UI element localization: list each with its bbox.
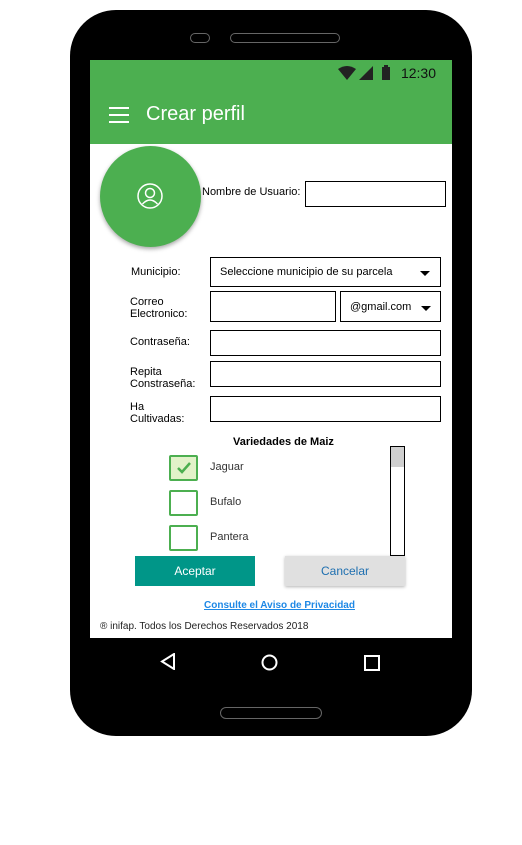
variety-label-jaguar: Jaguar: [210, 461, 244, 473]
speaker-grille: [230, 33, 340, 43]
scrollbar-thumb[interactable]: [391, 447, 404, 467]
checkbox-bufalo[interactable]: [169, 490, 198, 516]
accept-button[interactable]: Aceptar: [135, 556, 255, 586]
phone-bottom-bar: [220, 707, 322, 719]
repeat-password-label-line2: Constraseña:: [130, 378, 196, 390]
email-label-line1: Correo: [130, 296, 164, 308]
municipio-select[interactable]: Seleccione municipio de su parcela: [210, 257, 441, 287]
username-input[interactable]: [305, 181, 446, 207]
chevron-down-icon: [420, 271, 430, 276]
email-domain-select[interactable]: @gmail.com: [340, 291, 441, 322]
hectares-label-line1: Ha: [130, 401, 145, 413]
municipio-select-value: Seleccione municipio de su parcela: [220, 266, 393, 278]
chevron-down-icon: [421, 306, 431, 311]
password-input[interactable]: [210, 330, 441, 356]
repeat-password-label-line1: Repita: [130, 366, 162, 378]
home-icon[interactable]: [261, 654, 278, 671]
username-label: Nombre de Usuario:: [202, 186, 301, 198]
signal-icon: [359, 66, 373, 80]
variety-label-bufalo: Bufalo: [210, 496, 242, 508]
navigation-bar: [90, 638, 452, 686]
wifi-icon: [338, 66, 356, 80]
email-input[interactable]: [210, 291, 336, 322]
status-time: 12:30: [400, 65, 436, 81]
recents-icon[interactable]: [364, 655, 380, 671]
checkbox-pantera[interactable]: [169, 525, 198, 551]
screen: 12:30 Crear perfil Nombre de Usuario: Mu…: [90, 60, 452, 686]
checkbox-jaguar[interactable]: [169, 455, 198, 481]
status-bar: 12:30: [90, 60, 452, 86]
page-title: Crear perfil: [146, 103, 245, 125]
footer-copyright: ® inifap. Todos los Derechos Reservados …: [100, 621, 309, 632]
hectares-input[interactable]: [210, 396, 441, 422]
variety-label-pantera: Pantera: [210, 531, 249, 543]
cancel-button[interactable]: Cancelar: [285, 556, 405, 586]
front-camera: [190, 33, 210, 43]
repeat-password-input[interactable]: [210, 361, 441, 387]
back-icon[interactable]: [160, 653, 176, 670]
hectares-label-line2: Cultivadas:: [130, 413, 185, 425]
menu-icon[interactable]: [109, 107, 129, 123]
password-label: Contraseña:: [130, 336, 190, 348]
varieties-scrollbar[interactable]: [390, 446, 405, 556]
user-icon: [137, 183, 163, 209]
municipio-label: Municipio:: [131, 266, 181, 278]
app-bar: Crear perfil: [90, 86, 452, 144]
battery-icon: [382, 65, 390, 80]
avatar[interactable]: [100, 146, 201, 247]
email-domain-value: @gmail.com: [350, 301, 412, 313]
check-icon: [177, 462, 191, 474]
varieties-title: Variedades de Maiz: [233, 436, 334, 448]
email-label-line2: Electronico:: [130, 308, 188, 320]
privacy-link[interactable]: Consulte el Aviso de Privacidad: [204, 600, 355, 611]
